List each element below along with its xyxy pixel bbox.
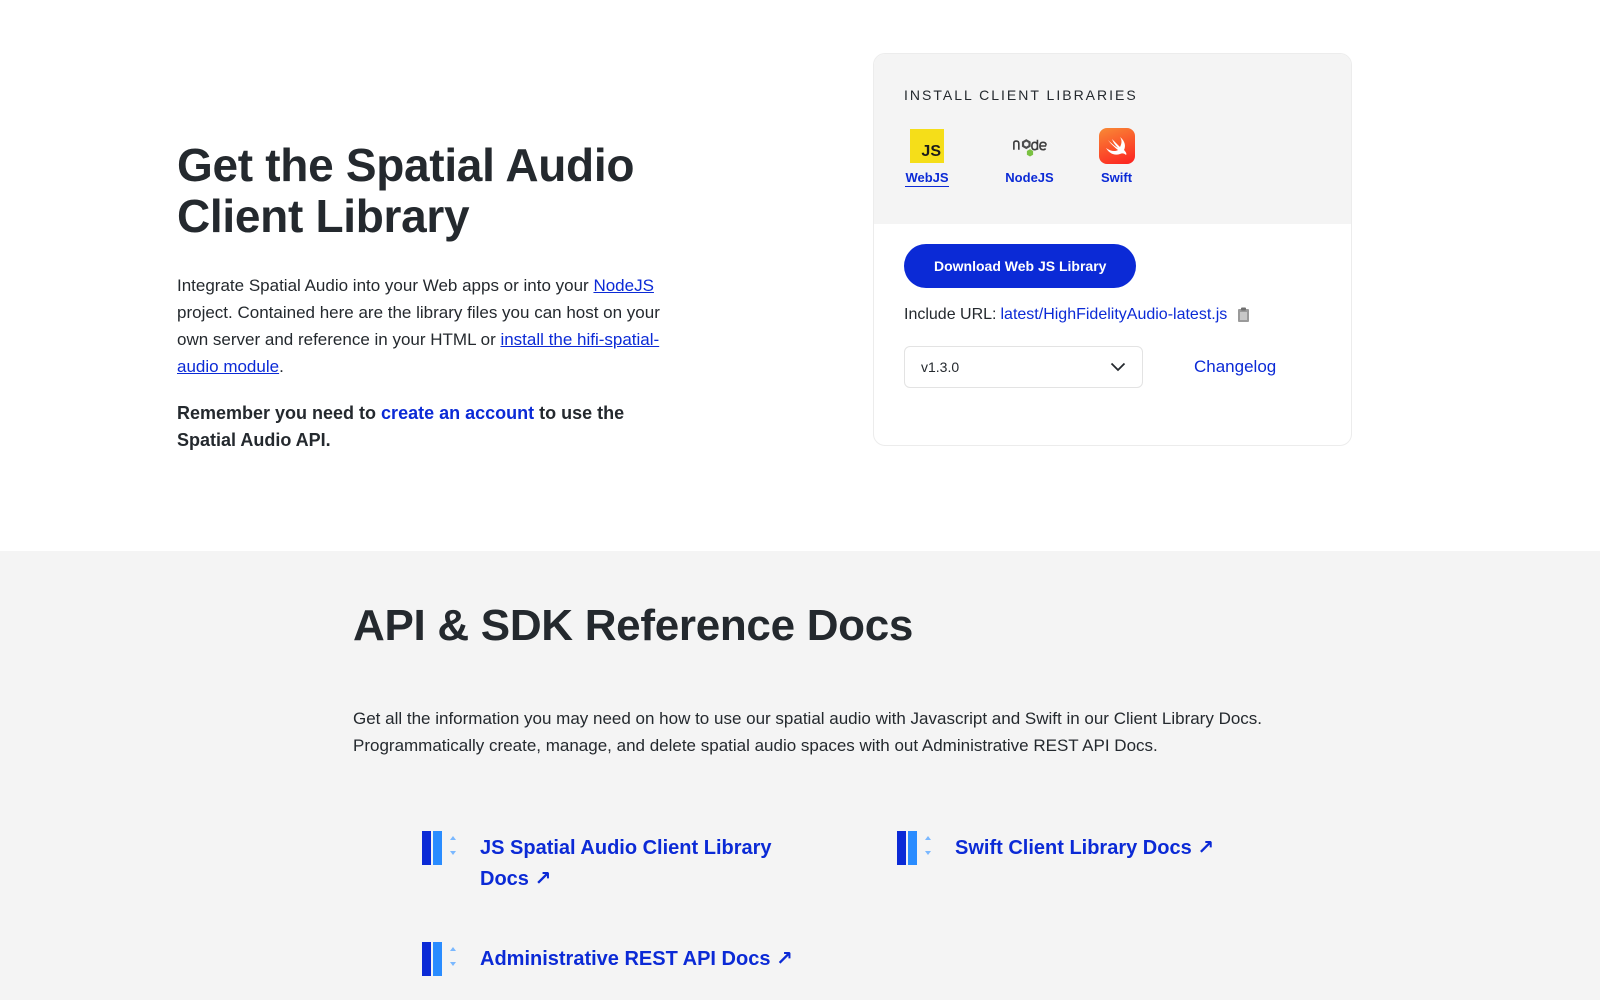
- changelog-link[interactable]: Changelog: [1194, 357, 1276, 377]
- external-arrow-icon: ↗: [1197, 837, 1215, 859]
- docs-description: Get all the information you may need on …: [353, 709, 1263, 755]
- version-row: v1.3.0 Changelog: [904, 346, 1321, 388]
- admin-rest-docs-link[interactable]: Administrative REST API Docs ↗: [422, 942, 842, 978]
- hero-intro: Get the Spatial Audio Client Library Int…: [177, 140, 677, 454]
- doc-link-label: Swift Client Library Docs ↗: [955, 833, 1214, 864]
- js-badge-text: JS: [921, 143, 941, 160]
- version-selected-value: v1.3.0: [921, 359, 960, 375]
- nodejs-link[interactable]: NodeJS: [593, 276, 653, 295]
- tab-webjs[interactable]: JS WebJS: [904, 128, 950, 187]
- include-url-row: Include URL: latest/HighFidelityAudio-la…: [904, 306, 1321, 324]
- js-logo: JS: [910, 129, 944, 163]
- library-tabs: JS WebJS NodeJS Swift: [904, 128, 1321, 187]
- create-account-link[interactable]: create an account: [381, 403, 534, 423]
- note-text: Remember you need to: [177, 403, 382, 423]
- version-select[interactable]: v1.3.0: [904, 346, 1143, 388]
- nodejs-logo: [1012, 139, 1047, 157]
- page-title: Get the Spatial Audio Client Library: [177, 139, 635, 242]
- hero-desc-text: Integrate Spatial Audio into your Web ap…: [177, 276, 594, 295]
- hero-desc-text: .: [279, 357, 284, 376]
- copy-icon: [1238, 307, 1250, 322]
- doc-link-label: JS Spatial Audio Client Library Docs ↗: [480, 833, 772, 895]
- swift-bird-icon: [1105, 137, 1126, 155]
- tab-nodejs[interactable]: NodeJS: [986, 128, 1073, 187]
- tab-label: NodeJS: [1005, 170, 1054, 185]
- tab-swift[interactable]: Swift: [1073, 128, 1160, 187]
- js-client-docs-link[interactable]: JS Spatial Audio Client Library Docs ↗: [422, 831, 822, 895]
- doc-link-line: Swift Client Library Docs: [955, 837, 1192, 859]
- external-arrow-icon: ↗: [776, 948, 793, 970]
- docs-book-icon: [422, 942, 456, 976]
- doc-link-line: Docs: [480, 868, 529, 890]
- install-card: INSTALL CLIENT LIBRARIES JS WebJS NodeJS…: [873, 53, 1352, 446]
- tab-label: WebJS: [905, 170, 949, 187]
- doc-link-line: Administrative REST API Docs: [480, 948, 771, 970]
- swift-icon: [1098, 128, 1135, 164]
- install-heading: INSTALL CLIENT LIBRARIES: [904, 87, 1138, 103]
- nodejs-icon: [1012, 128, 1048, 164]
- install-card-body: Download Web JS Library Include URL: lat…: [874, 224, 1351, 388]
- include-url-link[interactable]: latest/HighFidelityAudio-latest.js: [1001, 306, 1228, 324]
- reference-docs-section: API & SDK Reference Docs Get all the inf…: [0, 551, 1600, 1000]
- include-url-label: Include URL:: [904, 306, 997, 323]
- download-library-button[interactable]: Download Web JS Library: [904, 244, 1137, 288]
- doc-link-line: JS Spatial Audio Client Library: [480, 837, 772, 859]
- hero-section: Get the Spatial Audio Client Library Int…: [0, 0, 1600, 551]
- account-note: Remember you need to create an account t…: [177, 400, 677, 454]
- swift-logo: [1098, 128, 1135, 164]
- doc-link-label: Administrative REST API Docs ↗: [480, 944, 793, 975]
- docs-book-icon: [422, 831, 456, 865]
- external-arrow-icon: ↗: [534, 868, 552, 890]
- js-icon: JS: [909, 128, 945, 164]
- chevron-down-icon: [1110, 362, 1126, 372]
- tab-label: Swift: [1100, 170, 1133, 185]
- docs-book-icon: [897, 831, 931, 865]
- hero-description: Integrate Spatial Audio into your Web ap…: [177, 272, 677, 380]
- docs-title: API & SDK Reference Docs: [353, 601, 914, 650]
- swift-client-docs-link[interactable]: Swift Client Library Docs ↗: [897, 831, 1297, 867]
- install-card-header: INSTALL CLIENT LIBRARIES JS WebJS NodeJS…: [874, 54, 1351, 224]
- clipboard-icon[interactable]: [1237, 307, 1251, 323]
